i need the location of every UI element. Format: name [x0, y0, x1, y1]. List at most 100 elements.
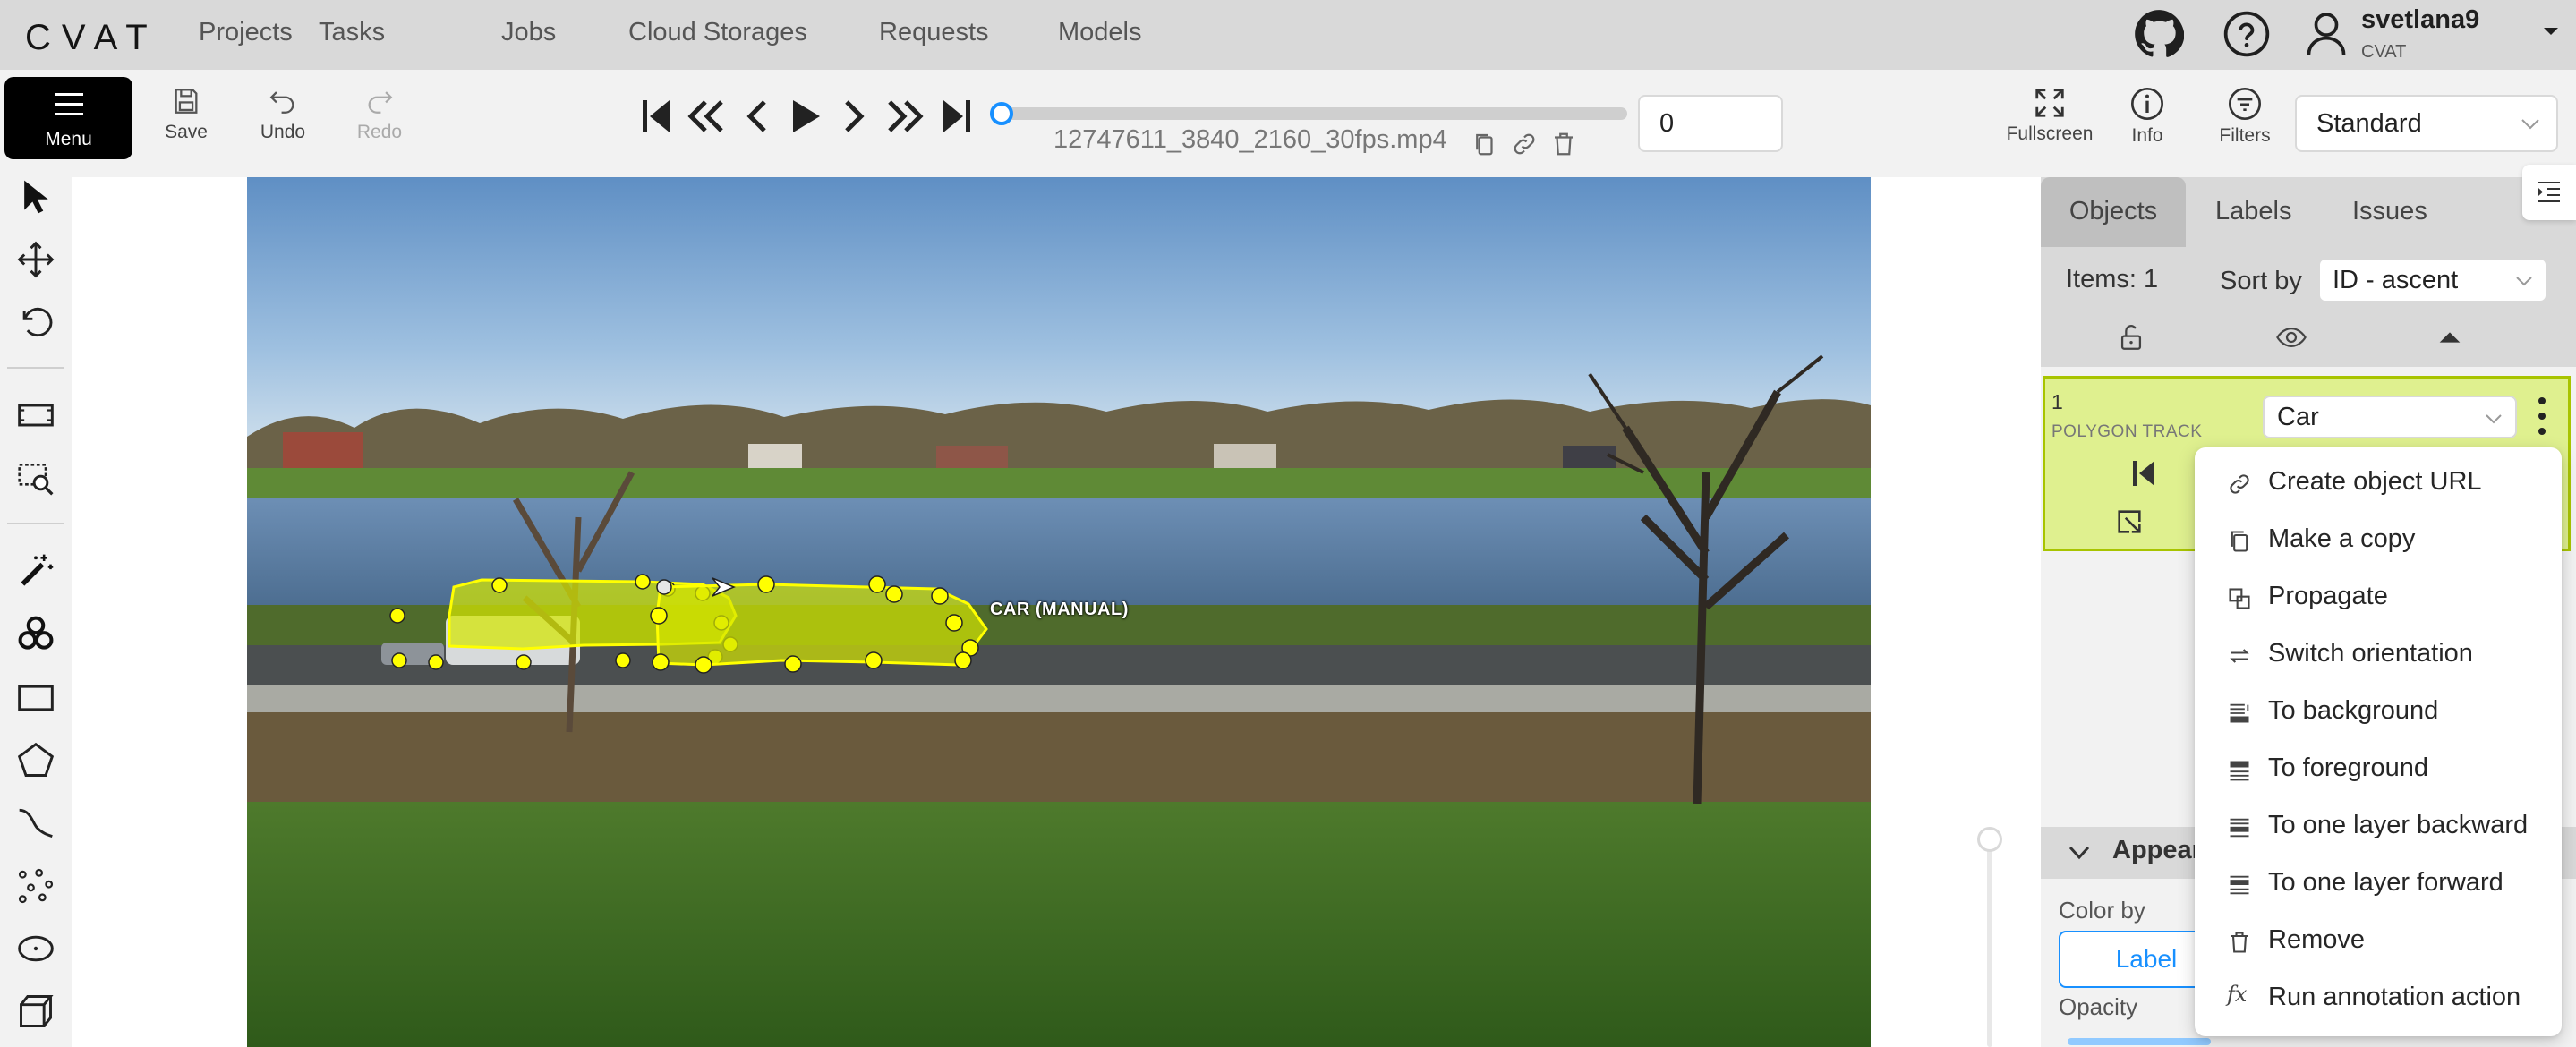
- delete-frame-icon[interactable]: [1550, 131, 1577, 157]
- info-icon: [2131, 88, 2163, 120]
- frame-timeline-handle[interactable]: [990, 102, 1013, 125]
- previous-frame-button[interactable]: [743, 97, 770, 136]
- shape-text-label: CAR (MANUAL): [990, 600, 1129, 619]
- nav-jobs[interactable]: Jobs: [501, 18, 556, 47]
- next-frame-button[interactable]: [841, 97, 868, 136]
- draw-polyline-tool[interactable]: [16, 804, 55, 843]
- ellipse-icon: [18, 935, 54, 962]
- menu-item-switch-orientation[interactable]: Switch orientation: [2195, 626, 2562, 683]
- previous-frame-icon: [746, 100, 766, 132]
- menu-item-label: To one layer forward: [2268, 868, 2503, 897]
- last-frame-button[interactable]: [942, 97, 972, 136]
- layer-backward-icon: [2230, 818, 2249, 838]
- magic-wand-icon: [21, 554, 54, 586]
- zoom-region-tool[interactable]: [16, 458, 55, 498]
- next-frame-icon: [845, 100, 865, 132]
- tools-divider: [7, 523, 64, 524]
- menu-item-to-one-layer-forward[interactable]: To one layer forward: [2195, 855, 2562, 912]
- tab-labels[interactable]: Labels: [2215, 197, 2291, 226]
- info-button[interactable]: Info: [2116, 86, 2179, 147]
- draw-ellipse-tool[interactable]: [16, 929, 55, 968]
- openvino-tool[interactable]: [16, 614, 55, 653]
- outside-toggle-icon[interactable]: [2114, 506, 2145, 537]
- undo-button[interactable]: Undo: [247, 86, 319, 143]
- menu-item-to-foreground[interactable]: To foreground: [2195, 740, 2562, 797]
- filter-icon: [2229, 88, 2261, 120]
- copy-filename-icon[interactable]: [1471, 131, 1498, 157]
- first-frame-button[interactable]: [641, 97, 671, 136]
- draw-rectangle-tool[interactable]: [16, 678, 55, 718]
- undo-icon: [269, 91, 294, 114]
- redo-button[interactable]: Redo: [344, 86, 415, 143]
- menu-item-to-one-layer-backward[interactable]: To one layer backward: [2195, 797, 2562, 855]
- fullscreen-icon: [2035, 89, 2064, 117]
- sort-by-select[interactable]: ID - ascent: [2318, 258, 2547, 302]
- magic-wand-tool[interactable]: [16, 551, 55, 591]
- opacity-slider[interactable]: [2068, 1038, 2211, 1045]
- fit-image-tool[interactable]: [16, 396, 55, 435]
- function-icon: fx: [2227, 982, 2248, 1007]
- filters-button[interactable]: Filters: [2211, 86, 2279, 147]
- cursor-tool[interactable]: [16, 177, 55, 217]
- fit-image-icon: [18, 404, 54, 427]
- redo-icon: [368, 91, 393, 114]
- menu-item-create-object-url[interactable]: Create object URL: [2195, 454, 2562, 511]
- object-more-menu-icon[interactable]: [2533, 394, 2551, 438]
- frame-timeline-slider[interactable]: [1001, 107, 1627, 120]
- rotate-tool[interactable]: [16, 302, 55, 342]
- nav-models[interactable]: Models: [1058, 18, 1142, 47]
- nav-requests[interactable]: Requests: [879, 18, 989, 47]
- chevron-down-icon: [2521, 119, 2539, 130]
- user-organization: CVAT: [2361, 42, 2407, 62]
- tab-objects[interactable]: Objects: [2043, 197, 2184, 226]
- cvat-logo[interactable]: CVAT: [25, 18, 158, 58]
- fullscreen-button-label: Fullscreen: [2006, 123, 2094, 144]
- annotation-toolbar: Menu Save Undo Redo 12747611_3840_2160_3…: [0, 70, 2576, 177]
- draw-cuboid-tool[interactable]: [16, 992, 55, 1031]
- zoom-slider-handle[interactable]: [1977, 827, 2002, 852]
- help-icon[interactable]: [2222, 9, 2272, 59]
- frame-number-input[interactable]: 0: [1638, 95, 1783, 152]
- lock-all-icon[interactable]: [2116, 322, 2146, 353]
- object-label-select[interactable]: Car: [2263, 396, 2517, 438]
- menu-button[interactable]: Menu: [4, 77, 132, 159]
- to-foreground-icon: [2230, 761, 2249, 781]
- workspace-select[interactable]: Standard: [2295, 95, 2558, 152]
- nav-projects[interactable]: Projects: [199, 18, 293, 47]
- fast-forward-button[interactable]: [884, 97, 925, 136]
- save-button-label: Save: [165, 122, 208, 142]
- draw-polygon-tool[interactable]: [16, 741, 55, 780]
- object-type: POLYGON TRACK: [2051, 422, 2203, 441]
- info-button-label: Info: [2131, 125, 2163, 146]
- zoom-slider-track[interactable]: [1987, 832, 1992, 1047]
- user-menu-caret-icon[interactable]: [2542, 25, 2560, 38]
- menu-item-run-annotation-action[interactable]: fx Run annotation action: [2195, 969, 2562, 1026]
- eye-icon[interactable]: [2275, 322, 2307, 353]
- fast-backward-button[interactable]: [686, 97, 727, 136]
- nav-cloud-storages[interactable]: Cloud Storages: [628, 18, 807, 47]
- copy-frame-link-icon[interactable]: [1511, 131, 1538, 157]
- collapse-all-icon[interactable]: [2435, 322, 2465, 353]
- menu-item-label: Switch orientation: [2268, 639, 2473, 668]
- menu-item-propagate[interactable]: Propagate: [2195, 568, 2562, 626]
- menu-item-make-a-copy[interactable]: Make a copy: [2195, 511, 2562, 568]
- menu-item-remove[interactable]: Remove: [2195, 912, 2562, 969]
- draw-points-tool[interactable]: [16, 866, 55, 906]
- save-button[interactable]: Save: [150, 86, 222, 143]
- menu-item-label: Remove: [2268, 925, 2365, 954]
- copy-icon: [2231, 531, 2248, 552]
- play-button[interactable]: [789, 97, 822, 136]
- user-avatar-icon[interactable]: [2306, 9, 2347, 59]
- menu-item-to-background[interactable]: To background: [2195, 683, 2562, 740]
- nav-tasks[interactable]: Tasks: [319, 18, 385, 47]
- undo-button-label: Undo: [260, 122, 306, 142]
- move-tool[interactable]: [16, 240, 55, 279]
- user-name[interactable]: svetlana9: [2361, 5, 2479, 35]
- appearance-collapse-icon[interactable]: [2068, 845, 2091, 861]
- sidebar-collapse-button[interactable]: [2522, 165, 2576, 220]
- tab-issues[interactable]: Issues: [2352, 197, 2427, 226]
- previous-keyframe-icon[interactable]: [2130, 458, 2157, 489]
- github-icon[interactable]: [2134, 9, 2184, 59]
- object-id: 1: [2051, 390, 2063, 413]
- fullscreen-button[interactable]: Fullscreen: [2005, 86, 2094, 145]
